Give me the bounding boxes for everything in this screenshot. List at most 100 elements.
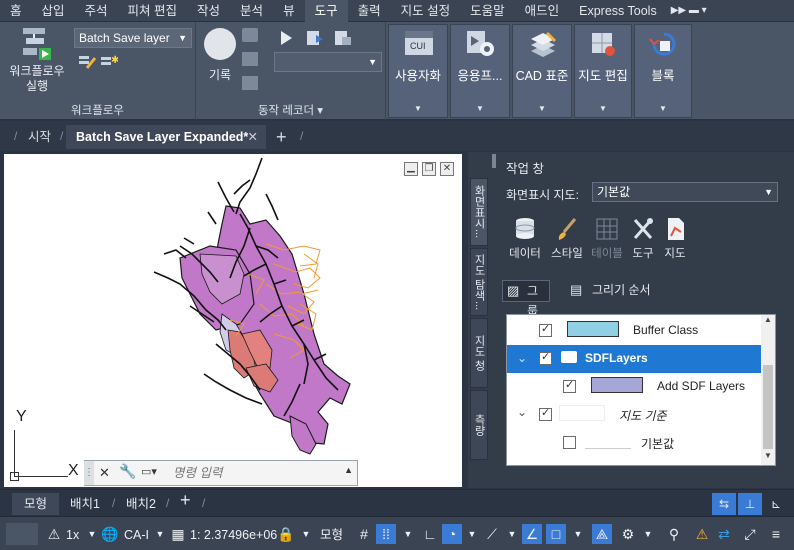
chevron-down-icon[interactable]: ⌄ xyxy=(517,405,527,419)
chevron-down-icon[interactable]: ▼ xyxy=(296,524,316,544)
group-button[interactable]: ▨ 그룹 xyxy=(502,280,550,318)
tab-output[interactable]: 출력 xyxy=(348,0,391,22)
globe-icon[interactable]: 🌐 xyxy=(100,524,120,544)
gear-icon[interactable]: ⚙ xyxy=(618,524,638,544)
warning-icon[interactable]: ⚠ xyxy=(692,524,712,544)
insert-message-icon[interactable] xyxy=(242,76,258,90)
map-button[interactable]: 지도 xyxy=(658,216,692,261)
layer-group-row[interactable]: ⌄ 지도 기준 xyxy=(507,401,763,429)
vtab-survey[interactable]: 측량 xyxy=(470,390,488,460)
annotation-scale-icon[interactable]: ⚠ xyxy=(44,524,64,544)
ribbon-overflow-icon[interactable]: ▶▶ ▬ ▾ xyxy=(667,0,711,22)
chevron-down-icon[interactable]: ▼ xyxy=(761,451,775,465)
tab-home[interactable]: 홈 xyxy=(0,0,32,22)
scroll-thumb[interactable] xyxy=(763,365,773,449)
layer-visibility-checkbox[interactable] xyxy=(539,350,552,365)
add-layout-button[interactable]: + xyxy=(180,490,191,511)
chevron-down-icon[interactable]: ⌄ xyxy=(517,351,527,365)
applications-panel[interactable]: 응용프... ▼ xyxy=(450,24,510,118)
map-scale-icon[interactable]: ▦ xyxy=(168,524,188,544)
macro-manage-icon[interactable] xyxy=(334,30,352,49)
vtab-display-manager[interactable]: 화면표시... xyxy=(470,178,488,246)
play-icon[interactable] xyxy=(278,30,294,49)
ortho-mode-icon[interactable]: ∟ xyxy=(420,524,440,544)
chevron-down-icon[interactable]: ▼ xyxy=(398,524,418,544)
run-workflow-button[interactable]: 워크플로우 실행 xyxy=(6,26,68,94)
tab-create[interactable]: 작성 xyxy=(187,0,230,22)
workflow-new-icon[interactable]: ✱ xyxy=(100,54,119,70)
minimize-icon[interactable]: ▁ xyxy=(404,162,418,176)
command-input[interactable] xyxy=(173,463,333,483)
grid-icon[interactable]: ⊥ xyxy=(738,493,762,515)
vtab-map-explorer[interactable]: 지도 탐색... xyxy=(470,248,488,316)
tab-analyze[interactable]: 분석 xyxy=(230,0,273,22)
start-tab[interactable]: 시작 xyxy=(28,125,51,149)
snap-mode-icon[interactable]: ⁞⁞ xyxy=(376,524,396,544)
action-recorder-panel-title[interactable]: 동작 레코더 ▾ xyxy=(196,102,385,118)
customize-panel[interactable]: CUI 사용자화 ▼ xyxy=(388,24,448,118)
chevron-up-icon[interactable]: ▲ xyxy=(344,465,353,475)
sync-icon[interactable]: ⇄ xyxy=(714,524,734,544)
layer-row[interactable]: 기본값 xyxy=(507,429,763,457)
tab-express-tools[interactable]: Express Tools xyxy=(569,0,667,22)
layer-row[interactable]: Add SDF Layers xyxy=(507,373,763,401)
close-icon[interactable]: ✕ xyxy=(99,465,110,481)
lock-icon[interactable]: 🔒 xyxy=(276,524,296,544)
workflow-dropdown[interactable]: Batch Save layer ▼ xyxy=(74,28,192,48)
coordinate-system[interactable]: CA-I xyxy=(124,525,149,545)
data-button[interactable]: 데이터 xyxy=(506,216,544,261)
tab-map-setup[interactable]: 지도 설정 xyxy=(391,0,460,22)
display-map-dropdown[interactable]: 기본값 ▼ xyxy=(592,182,778,202)
tab-tools[interactable]: 도구 xyxy=(304,0,348,22)
isodraft-icon[interactable]: ⟋ xyxy=(482,524,502,544)
request-input-icon[interactable] xyxy=(242,52,258,66)
annotation-scale-value[interactable]: 1x xyxy=(66,525,79,545)
layer-visibility-checkbox[interactable] xyxy=(539,406,552,421)
tab-help[interactable]: 도움말 xyxy=(460,0,515,22)
draw-order-button[interactable]: ▤ 그리기 순서 xyxy=(568,280,668,302)
tab-layout1[interactable]: 배치1 xyxy=(70,493,100,515)
table-button[interactable]: 테이블 xyxy=(588,216,626,261)
layer-row[interactable]: Buffer Class xyxy=(507,317,763,345)
map-scale-value[interactable]: 1: 2.37496e+06 xyxy=(190,525,277,545)
grip-icon[interactable]: ⋮ xyxy=(84,461,94,485)
layer-list-scrollbar[interactable]: ▲ ▼ xyxy=(761,315,775,465)
cad-standards-panel[interactable]: CAD 표준 ▼ xyxy=(512,24,572,118)
wrench-icon[interactable]: 🔧 xyxy=(119,463,136,480)
chevron-down-icon[interactable]: ▼ xyxy=(568,524,588,544)
command-history-icon[interactable]: ▭▾ xyxy=(141,465,169,481)
chevron-up-icon[interactable]: ▲ xyxy=(761,315,775,329)
close-icon[interactable]: ✕ xyxy=(248,125,258,149)
new-tab-button[interactable]: + xyxy=(276,125,287,149)
macro-play-icon[interactable] xyxy=(306,30,324,49)
restore-icon[interactable]: ❐ xyxy=(422,162,436,176)
workflow-edit-icon[interactable] xyxy=(78,54,97,70)
tab-annotate[interactable]: 주석 xyxy=(75,0,118,22)
vtab-map-book[interactable]: 지도 청 xyxy=(470,318,488,388)
tab-insert[interactable]: 삽입 xyxy=(32,0,75,22)
tab-view[interactable]: 뷰 xyxy=(273,0,305,22)
record-button[interactable]: 기록 xyxy=(200,28,240,83)
object-snap-tracking-icon[interactable]: ∠ xyxy=(522,524,542,544)
style-button[interactable]: 스타일 xyxy=(548,216,586,261)
active-document-tab[interactable]: Batch Save Layer Expanded* ✕ xyxy=(66,125,266,149)
chevron-down-icon[interactable]: ▼ xyxy=(82,524,102,544)
workspace-icon[interactable]: ⚲ xyxy=(664,524,684,544)
tab-feature-edit[interactable]: 피쳐 편집 xyxy=(118,0,187,22)
annotation-visibility-icon[interactable]: ⟁ xyxy=(592,524,612,544)
chevron-down-icon[interactable]: ▼ xyxy=(150,524,170,544)
object-snap-icon[interactable]: □ xyxy=(546,524,566,544)
chevron-down-icon[interactable]: ▼ xyxy=(502,524,522,544)
model-space-toggle[interactable]: 모형 xyxy=(320,525,343,545)
drawing-canvas[interactable]: ▁ ❐ ✕ Y X xyxy=(4,154,462,487)
tab-model[interactable]: 모형 xyxy=(12,493,60,515)
fullscreen-icon[interactable]: ⤢ xyxy=(740,524,760,544)
layer-visibility-checkbox[interactable] xyxy=(563,436,576,449)
layer-group-row[interactable]: ⌄ SDFLayers xyxy=(507,345,763,373)
tab-layout2[interactable]: 배치2 xyxy=(126,493,156,515)
task-pane-grip[interactable] xyxy=(492,154,496,168)
chevron-down-icon[interactable]: ▼ xyxy=(462,524,482,544)
close-icon[interactable]: ✕ xyxy=(440,162,454,176)
block-panel[interactable]: 블록 ▼ xyxy=(634,24,692,118)
tools-button[interactable]: 도구 xyxy=(626,216,660,261)
